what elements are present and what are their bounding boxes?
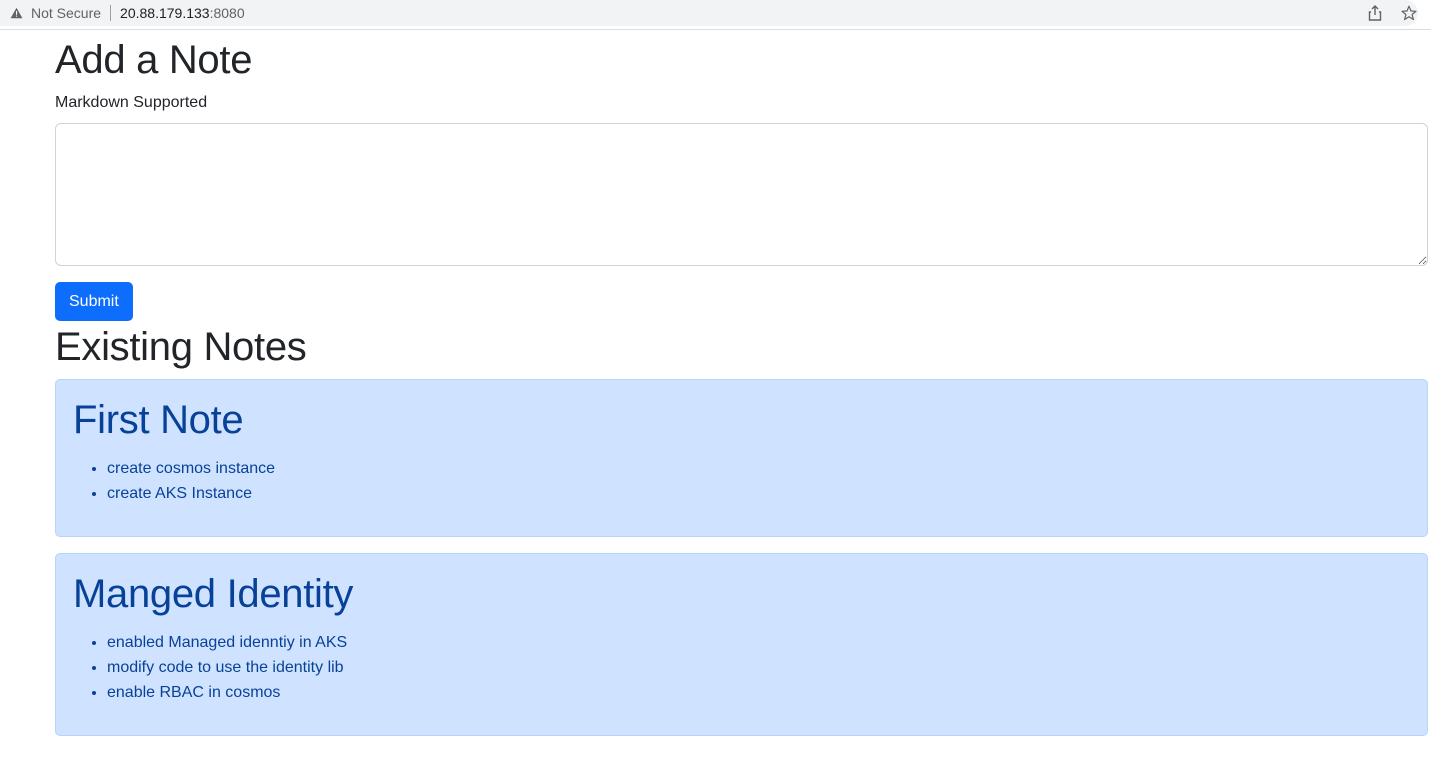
- warning-icon[interactable]: [9, 6, 23, 20]
- note-title: Manged Identity: [73, 572, 354, 617]
- security-label[interactable]: Not Secure: [31, 5, 101, 21]
- note-card: Manged Identity enabled Managed idenntiy…: [55, 553, 1428, 737]
- list-item: create AKS Instance: [107, 481, 1410, 506]
- list-item: enabled Managed idenntiy in AKS: [107, 630, 1410, 655]
- url-host[interactable]: 20.88.179.133: [120, 5, 210, 21]
- markdown-label: Markdown Supported: [55, 94, 208, 111]
- page-title: Add a Note: [55, 38, 253, 82]
- note-title: First Note: [73, 398, 244, 443]
- list-item: enable RBAC in cosmos: [107, 680, 1410, 705]
- note-list: create cosmos instance create AKS Instan…: [107, 456, 1410, 506]
- list-item: create cosmos instance: [107, 456, 1410, 481]
- url-actions: [1367, 0, 1417, 26]
- note-card: First Note create cosmos instance create…: [55, 379, 1428, 538]
- share-icon[interactable]: [1367, 5, 1383, 21]
- main-container: Add a Note Markdown Supported Submit Exi…: [55, 30, 1428, 737]
- browser-address-bar: Not Secure 20.88.179.133:8080: [0, 0, 1431, 30]
- existing-notes-title: Existing Notes: [55, 325, 307, 370]
- url-divider: [110, 5, 112, 21]
- star-icon[interactable]: [1401, 5, 1417, 21]
- url-port[interactable]: :8080: [210, 5, 245, 21]
- note-textarea[interactable]: [55, 123, 1428, 266]
- url-field[interactable]: Not Secure 20.88.179.133:8080: [0, 0, 1418, 26]
- list-item: modify code to use the identity lib: [107, 655, 1410, 680]
- submit-button[interactable]: Submit: [55, 282, 133, 322]
- note-list: enabled Managed idenntiy in AKS modify c…: [107, 630, 1410, 705]
